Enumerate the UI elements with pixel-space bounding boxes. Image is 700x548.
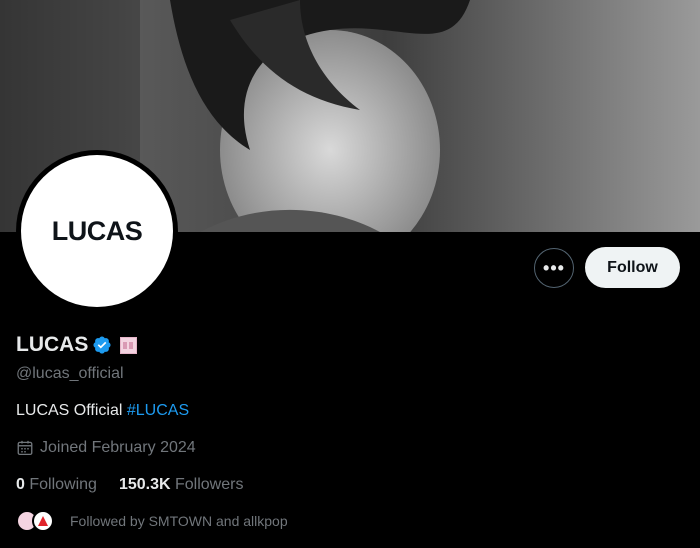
follow-stats: 0 Following 150.3K Followers xyxy=(16,476,265,494)
affiliation-badge-icon[interactable] xyxy=(120,336,138,354)
joined-date: Joined February 2024 xyxy=(16,439,196,457)
avatar-image: LUCAS xyxy=(21,155,173,307)
following-link[interactable]: 0 Following xyxy=(16,476,97,494)
more-options-button[interactable]: ••• xyxy=(534,248,574,288)
followers-link[interactable]: 150.3K Followers xyxy=(119,476,244,494)
follower-avatar-allkpop xyxy=(32,510,54,532)
display-name: LUCAS xyxy=(16,333,89,356)
verified-badge-icon[interactable] xyxy=(92,335,112,355)
followed-by-row[interactable]: Followed by SMTOWN and allkpop xyxy=(16,510,288,532)
following-count: 0 xyxy=(16,476,25,493)
joined-text: Joined February 2024 xyxy=(40,439,196,456)
bio-text: LUCAS Official xyxy=(16,402,127,419)
profile-avatar[interactable]: LUCAS xyxy=(16,150,178,312)
profile-bio: LUCAS Official #LUCAS xyxy=(16,402,189,420)
avatar-logo-text: LUCAS xyxy=(51,215,143,246)
more-icon: ••• xyxy=(543,257,565,278)
followers-label: Followers xyxy=(175,476,244,493)
follow-button-label: Follow xyxy=(607,258,658,276)
follow-button[interactable]: Follow xyxy=(585,247,680,288)
profile-handle: @lucas_official xyxy=(16,365,124,382)
name-row: LUCAS xyxy=(16,333,138,357)
calendar-icon xyxy=(16,439,34,457)
bio-hashtag-link[interactable]: #LUCAS xyxy=(127,402,189,419)
followed-by-text: Followed by SMTOWN and allkpop xyxy=(70,513,288,529)
following-label: Following xyxy=(29,476,97,493)
followers-count: 150.3K xyxy=(118,476,171,493)
